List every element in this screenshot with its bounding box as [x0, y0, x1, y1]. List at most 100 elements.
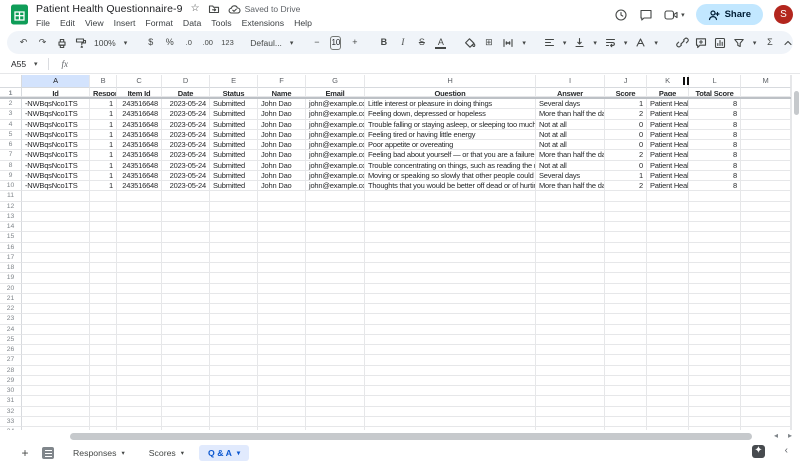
cell[interactable] [22, 386, 90, 396]
cell[interactable] [258, 345, 306, 355]
cell[interactable]: john@example.com [306, 161, 365, 171]
cell[interactable] [647, 345, 689, 355]
column-resize-indicator[interactable] [683, 77, 689, 85]
cell[interactable] [117, 355, 162, 365]
cell[interactable] [306, 273, 365, 283]
row-header-27[interactable]: 27 [0, 355, 22, 365]
column-header-D[interactable]: D [162, 75, 210, 88]
cell[interactable] [605, 273, 647, 283]
cell[interactable] [306, 366, 365, 376]
cell[interactable] [210, 407, 258, 417]
cell[interactable] [365, 366, 536, 376]
cell[interactable] [162, 376, 210, 386]
cell[interactable] [689, 386, 741, 396]
cell[interactable]: 243516648 [117, 130, 162, 140]
cell[interactable] [689, 376, 741, 386]
scroll-left-icon[interactable]: ◂ [774, 431, 778, 440]
cell[interactable] [605, 366, 647, 376]
cell[interactable]: 8 [689, 140, 741, 150]
cell[interactable] [258, 417, 306, 427]
cell[interactable] [306, 284, 365, 294]
currency-format-button[interactable]: $ [145, 36, 156, 49]
cell[interactable]: Trouble falling or staying asleep, or sl… [365, 120, 536, 130]
row-header-17[interactable]: 17 [0, 253, 22, 263]
cell[interactable] [689, 355, 741, 365]
row-header-4[interactable]: 4 [0, 120, 22, 130]
cell[interactable] [22, 202, 90, 212]
header-cell[interactable] [741, 88, 791, 97]
functions-button[interactable]: Σ [764, 36, 775, 49]
row-header-14[interactable]: 14 [0, 222, 22, 232]
header-cell[interactable]: Page [647, 88, 689, 97]
redo-button[interactable]: ↷ [37, 36, 48, 49]
cell[interactable] [536, 243, 605, 253]
cell[interactable] [536, 345, 605, 355]
sheets-logo-icon[interactable] [9, 4, 30, 25]
increase-font-size-button[interactable]: + [349, 36, 360, 49]
cell[interactable]: Patient Health [647, 181, 689, 191]
cell[interactable] [647, 191, 689, 201]
cell[interactable] [536, 325, 605, 335]
cell[interactable] [536, 222, 605, 232]
cell[interactable]: John Dao [258, 130, 306, 140]
undo-button[interactable]: ↶ [18, 36, 29, 49]
row-header-15[interactable]: 15 [0, 232, 22, 242]
cell[interactable] [22, 232, 90, 242]
cell[interactable] [536, 386, 605, 396]
cell[interactable] [741, 150, 791, 160]
cell[interactable] [689, 284, 741, 294]
cell[interactable] [306, 376, 365, 386]
column-header-J[interactable]: J [605, 75, 647, 88]
cell[interactable]: 243516648 [117, 109, 162, 119]
cell[interactable]: 2023-05-24 [162, 109, 210, 119]
cell[interactable] [741, 191, 791, 201]
cell[interactable] [90, 355, 117, 365]
cell[interactable] [689, 222, 741, 232]
cell[interactable] [741, 284, 791, 294]
cell[interactable] [605, 355, 647, 365]
borders-button[interactable]: ⊞ [483, 36, 494, 49]
cell[interactable] [741, 243, 791, 253]
cell[interactable] [210, 294, 258, 304]
cell[interactable] [647, 355, 689, 365]
cell[interactable] [258, 222, 306, 232]
cell[interactable]: 2023-05-24 [162, 99, 210, 109]
row-header-26[interactable]: 26 [0, 345, 22, 355]
cell[interactable] [741, 335, 791, 345]
cell[interactable] [210, 386, 258, 396]
cell[interactable] [90, 273, 117, 283]
row-header-20[interactable]: 20 [0, 284, 22, 294]
cell[interactable]: Feeling bad about yourself — or that you… [365, 150, 536, 160]
cell[interactable]: 1 [90, 171, 117, 181]
cell[interactable] [162, 304, 210, 314]
cell[interactable] [306, 202, 365, 212]
text-wrap-button[interactable]: ▾ [605, 37, 628, 48]
cell[interactable] [306, 263, 365, 273]
cell[interactable] [605, 212, 647, 222]
cell[interactable]: 0 [605, 161, 647, 171]
text-color-button[interactable]: A [435, 37, 446, 49]
cell[interactable] [258, 232, 306, 242]
cell[interactable] [689, 273, 741, 283]
cell[interactable]: 243516648 [117, 150, 162, 160]
cell[interactable] [258, 355, 306, 365]
cell[interactable]: john@example.com [306, 171, 365, 181]
cell[interactable] [605, 407, 647, 417]
cell[interactable] [90, 407, 117, 417]
cell[interactable] [605, 417, 647, 427]
cell[interactable]: Submitted [210, 161, 258, 171]
cell[interactable] [90, 386, 117, 396]
cell[interactable] [162, 263, 210, 273]
cell[interactable] [605, 253, 647, 263]
cell[interactable] [90, 325, 117, 335]
cell[interactable] [536, 191, 605, 201]
cell[interactable] [536, 314, 605, 324]
bold-button[interactable]: B [378, 36, 389, 49]
header-cell[interactable]: Question [365, 88, 536, 97]
cell[interactable] [90, 304, 117, 314]
cell[interactable] [306, 222, 365, 232]
cell[interactable] [22, 222, 90, 232]
cell[interactable] [741, 140, 791, 150]
cell[interactable]: 243516648 [117, 181, 162, 191]
cell[interactable] [258, 396, 306, 406]
